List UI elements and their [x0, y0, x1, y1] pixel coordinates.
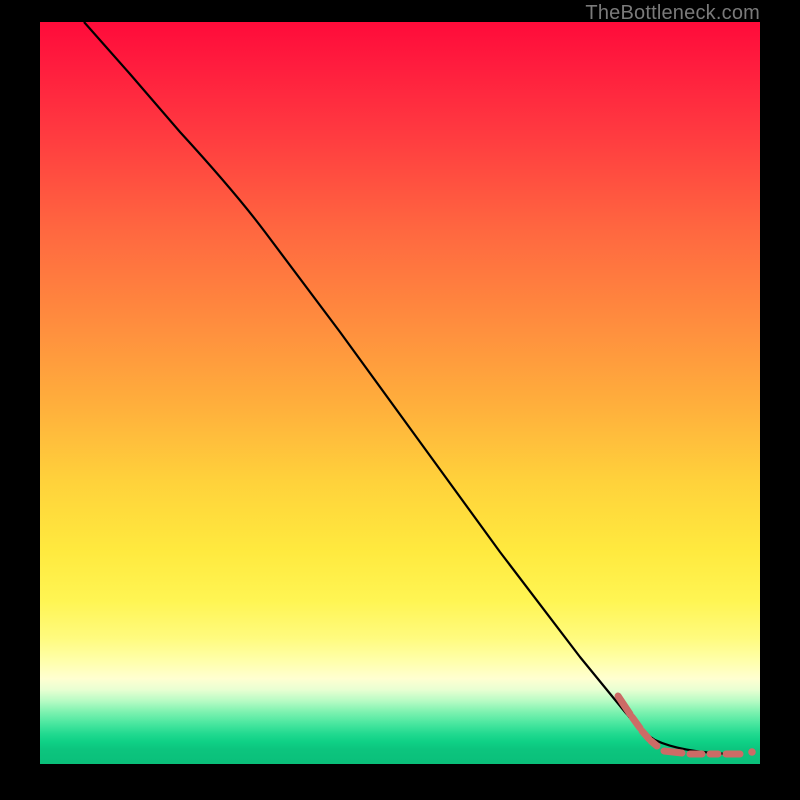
marker-seg [651, 741, 657, 746]
marker-seg [618, 696, 630, 714]
bottleneck-curve [84, 22, 730, 754]
highlight-markers [618, 696, 756, 756]
chart-overlay [40, 22, 760, 764]
marker-end-dot [748, 748, 756, 756]
marker-seg [642, 731, 649, 739]
marker-seg [632, 717, 640, 728]
marker-seg [664, 751, 682, 753]
